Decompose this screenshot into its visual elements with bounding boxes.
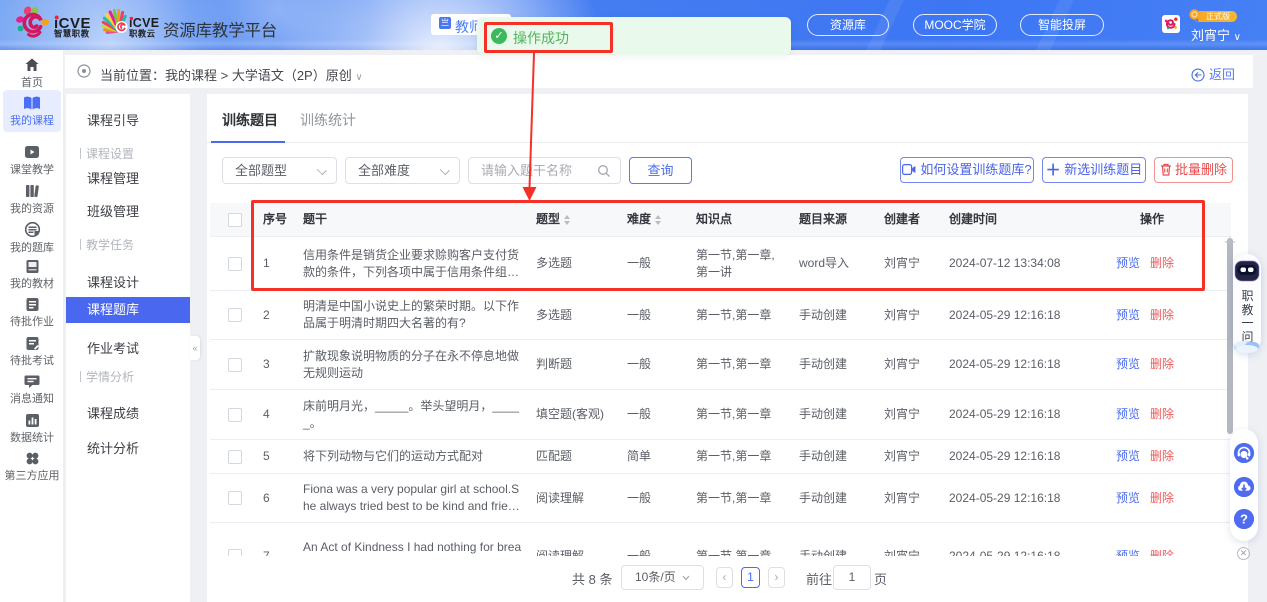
- svg-text:?: ?: [1240, 512, 1248, 527]
- svg-text:智慧职教: 智慧职教: [54, 29, 90, 39]
- svg-text:职教云: 职教云: [129, 29, 156, 39]
